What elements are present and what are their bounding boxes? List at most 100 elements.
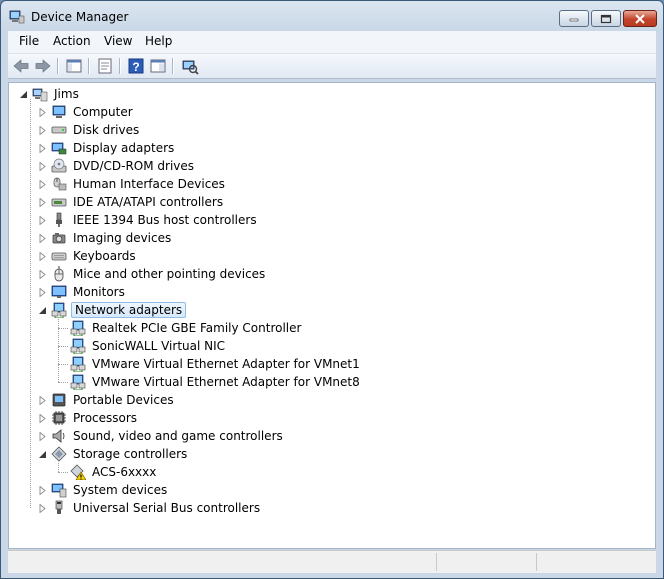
close-button[interactable] xyxy=(623,10,657,27)
device-tree[interactable]: Jims Computer Disk drives Display adapters D… xyxy=(8,82,656,549)
network-adapter-icon xyxy=(70,320,86,336)
ide-controller-icon xyxy=(51,198,67,207)
scan-hardware-icon[interactable] xyxy=(181,57,199,75)
toolbar-separator xyxy=(172,58,174,74)
collapsed-arrow-icon[interactable] xyxy=(38,486,47,495)
tree-node-device[interactable]: VMware Virtual Ethernet Adapter for VMne… xyxy=(70,355,362,373)
tree-node-device[interactable]: VMware Virtual Ethernet Adapter for VMne… xyxy=(70,373,362,391)
menu-bar: File Action View Help xyxy=(8,31,656,54)
toolbar-separator xyxy=(88,58,90,74)
collapsed-arrow-icon[interactable] xyxy=(38,288,47,297)
title-bar[interactable]: Device Manager xyxy=(1,1,663,31)
storage-warning-icon xyxy=(70,464,86,480)
tree-node-ide-ata-atapi-controllers[interactable]: IDE ATA/ATAPI controllers xyxy=(51,193,225,211)
tree-node-universal-serial-bus-controllers[interactable]: Universal Serial Bus controllers xyxy=(51,499,262,517)
status-pane xyxy=(436,553,537,571)
tree-node-portable-devices[interactable]: Portable Devices xyxy=(51,391,176,409)
display-adapter-icon xyxy=(51,142,67,155)
expanded-arrow-icon[interactable] xyxy=(38,306,47,315)
collapsed-arrow-icon[interactable] xyxy=(38,252,47,261)
tree-connector xyxy=(58,319,59,382)
collapsed-arrow-icon[interactable] xyxy=(38,504,47,513)
collapsed-arrow-icon[interactable] xyxy=(38,396,47,405)
tree-node-label: System devices xyxy=(73,483,168,497)
collapsed-arrow-icon[interactable] xyxy=(38,234,47,243)
tree-node-label: Keyboards xyxy=(73,249,136,263)
tree-node-label: Human Interface Devices xyxy=(73,177,225,191)
menu-action[interactable]: Action xyxy=(53,34,91,48)
tree-node-monitors[interactable]: Monitors xyxy=(51,283,127,301)
action-pane-icon[interactable] xyxy=(149,57,167,75)
show-hide-console-tree-icon[interactable] xyxy=(65,57,83,75)
tree-root-node[interactable]: Jims xyxy=(32,85,81,103)
tree-node-device[interactable]: ACS-6xxxx xyxy=(70,463,158,481)
tree-node-keyboards[interactable]: Keyboards xyxy=(51,247,138,265)
collapsed-arrow-icon[interactable] xyxy=(38,414,47,423)
window-title: Device Manager xyxy=(31,10,129,24)
tree-node-label: Realtek PCIe GBE Family Controller xyxy=(92,321,302,335)
collapsed-arrow-icon[interactable] xyxy=(38,216,47,225)
toolbar-separator xyxy=(119,58,121,74)
tree-node-dvd-cd-rom-drives[interactable]: DVD/CD-ROM drives xyxy=(51,157,196,175)
tree-node-processors[interactable]: Processors xyxy=(51,409,139,427)
tree-node-system-devices[interactable]: System devices xyxy=(51,481,169,499)
collapsed-arrow-icon[interactable] xyxy=(38,144,47,153)
tree-node-storage-controllers[interactable]: Storage controllers xyxy=(51,445,189,463)
collapsed-arrow-icon[interactable] xyxy=(38,198,47,207)
expanded-arrow-icon[interactable] xyxy=(38,450,47,459)
collapsed-arrow-icon[interactable] xyxy=(38,180,47,189)
tree-node-label: ACS-6xxxx xyxy=(92,465,157,479)
tree-node-computer[interactable]: Computer xyxy=(51,103,135,121)
menu-view[interactable]: View xyxy=(104,34,132,48)
tree-node-device[interactable]: SonicWALL Virtual NIC xyxy=(70,337,227,355)
tree-node-sound-video-and-game-controllers[interactable]: Sound, video and game controllers xyxy=(51,427,285,445)
menu-help[interactable]: Help xyxy=(145,34,172,48)
tree-node-label: Universal Serial Bus controllers xyxy=(73,501,261,515)
tree-node-device[interactable]: Realtek PCIe GBE Family Controller xyxy=(70,319,303,337)
collapsed-arrow-icon[interactable] xyxy=(38,162,47,171)
usb-icon xyxy=(55,500,63,514)
tree-node-ieee-1394-bus-host-controllers[interactable]: IEEE 1394 Bus host controllers xyxy=(51,211,259,229)
monitor-icon xyxy=(51,285,67,298)
status-bar xyxy=(8,550,656,573)
tree-node-label: DVD/CD-ROM drives xyxy=(73,159,195,173)
back-arrow-icon[interactable] xyxy=(12,57,30,75)
tree-node-label: Jims xyxy=(54,87,79,101)
toolbar-separator xyxy=(57,58,59,74)
tree-connector xyxy=(30,99,31,508)
properties-icon[interactable] xyxy=(96,57,114,75)
collapsed-arrow-icon[interactable] xyxy=(38,270,47,279)
menu-file[interactable]: File xyxy=(19,34,39,48)
tree-connector xyxy=(58,472,68,473)
tree-node-disk-drives[interactable]: Disk drives xyxy=(51,121,141,139)
tree-node-label: Imaging devices xyxy=(73,231,172,245)
device-manager-app-icon xyxy=(9,10,25,24)
tree-node-label: VMware Virtual Ethernet Adapter for VMne… xyxy=(92,375,360,389)
tree-node-label: IEEE 1394 Bus host controllers xyxy=(73,213,257,227)
keyboard-icon xyxy=(51,252,67,261)
collapsed-arrow-icon[interactable] xyxy=(38,432,47,441)
mouse-icon xyxy=(54,266,64,282)
help-icon[interactable]: ? xyxy=(127,57,145,75)
expanded-arrow-icon[interactable] xyxy=(19,90,28,99)
minimize-icon xyxy=(560,11,588,26)
maximize-button[interactable] xyxy=(591,10,621,27)
tree-node-label: VMware Virtual Ethernet Adapter for VMne… xyxy=(92,357,360,371)
collapsed-arrow-icon[interactable] xyxy=(38,108,47,117)
tree-node-mice-and-other-pointing-devices[interactable]: Mice and other pointing devices xyxy=(51,265,267,283)
tree-node-label: Sound, video and game controllers xyxy=(73,429,283,443)
network-adapter-icon xyxy=(51,302,67,318)
tree-connector xyxy=(58,328,68,329)
tree-connector xyxy=(58,346,68,347)
hid-icon xyxy=(53,177,67,191)
tree-node-label: Network adapters xyxy=(71,302,187,318)
network-adapter-icon xyxy=(70,374,86,390)
device-manager-window: Device Manager File Action View Help ? J… xyxy=(0,0,664,579)
forward-arrow-icon[interactable] xyxy=(34,57,52,75)
minimize-button[interactable] xyxy=(559,10,589,27)
tree-node-network-adapters[interactable]: Network adapters xyxy=(51,301,187,319)
tree-node-imaging-devices[interactable]: Imaging devices xyxy=(51,229,173,247)
collapsed-arrow-icon[interactable] xyxy=(38,126,47,135)
tree-node-display-adapters[interactable]: Display adapters xyxy=(51,139,176,157)
tree-node-human-interface-devices[interactable]: Human Interface Devices xyxy=(51,175,227,193)
